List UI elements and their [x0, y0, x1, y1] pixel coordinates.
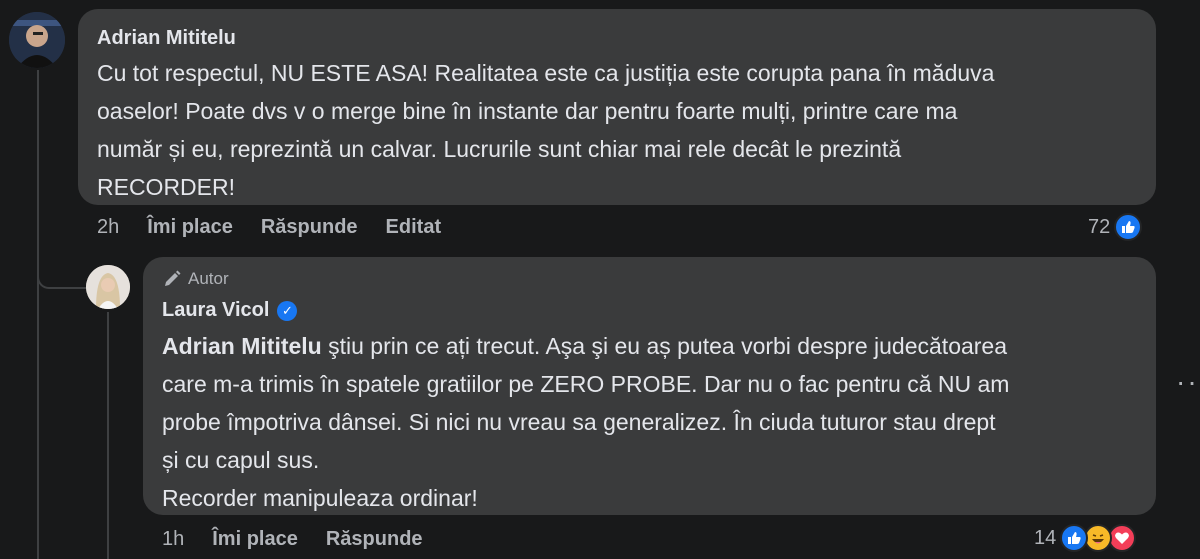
reply-bubble: Autor Laura Vicol ✓ Adrian Mititelu ştiu…	[143, 257, 1156, 515]
avatar[interactable]	[9, 12, 65, 68]
haha-icon	[1084, 524, 1113, 552]
like-button[interactable]: Îmi place	[147, 216, 233, 239]
thread-line-branch	[37, 265, 89, 289]
comment-reactions[interactable]: 72	[1088, 213, 1143, 241]
like-icon	[1060, 524, 1089, 552]
love-icon	[1108, 524, 1137, 552]
reply-avatar[interactable]	[86, 265, 130, 309]
author-badge-label: Autor	[188, 269, 229, 288]
thread-line-main	[37, 70, 39, 559]
reaction-count: 72	[1088, 215, 1111, 238]
like-icon	[1114, 213, 1143, 241]
more-options-icon[interactable]: ···	[1176, 366, 1200, 398]
author-badge: Autor	[162, 269, 229, 289]
edited-label: Editat	[385, 216, 442, 238]
reply-reply-button[interactable]: Răspunde	[326, 528, 423, 551]
reply-actions: 1h Îmi place Răspunde	[162, 528, 451, 551]
reply-body: ştiu prin ce ați trecut. Aşa şi eu aș pu…	[162, 333, 1010, 511]
comment-bubble: Adrian Mititelu Cu tot respectul, NU EST…	[78, 9, 1156, 205]
reply-time[interactable]: 1h	[162, 528, 184, 551]
verified-icon: ✓	[277, 300, 298, 321]
reply-like-button[interactable]: Îmi place	[212, 528, 298, 551]
reply-button[interactable]: Răspunde	[261, 216, 358, 239]
comment-actions: 2h Îmi place Răspunde Editat	[97, 216, 469, 239]
comment-text: Cu tot respectul, NU ESTE ASA! Realitate…	[97, 60, 995, 200]
reply-author[interactable]: Laura Vicol	[162, 299, 269, 322]
reply-text: Adrian Mititelu ştiu prin ce ați trecut.…	[162, 327, 1152, 517]
thread-line-reply	[107, 312, 109, 559]
comment-time[interactable]: 2h	[97, 216, 119, 239]
pencil-icon	[162, 269, 182, 289]
reply-reaction-count: 14	[1034, 526, 1057, 549]
mention-link[interactable]: Adrian Mititelu	[162, 333, 322, 359]
reply-reactions[interactable]: 14	[1034, 524, 1137, 552]
comment-author[interactable]: Adrian Mititelu	[97, 27, 236, 50]
